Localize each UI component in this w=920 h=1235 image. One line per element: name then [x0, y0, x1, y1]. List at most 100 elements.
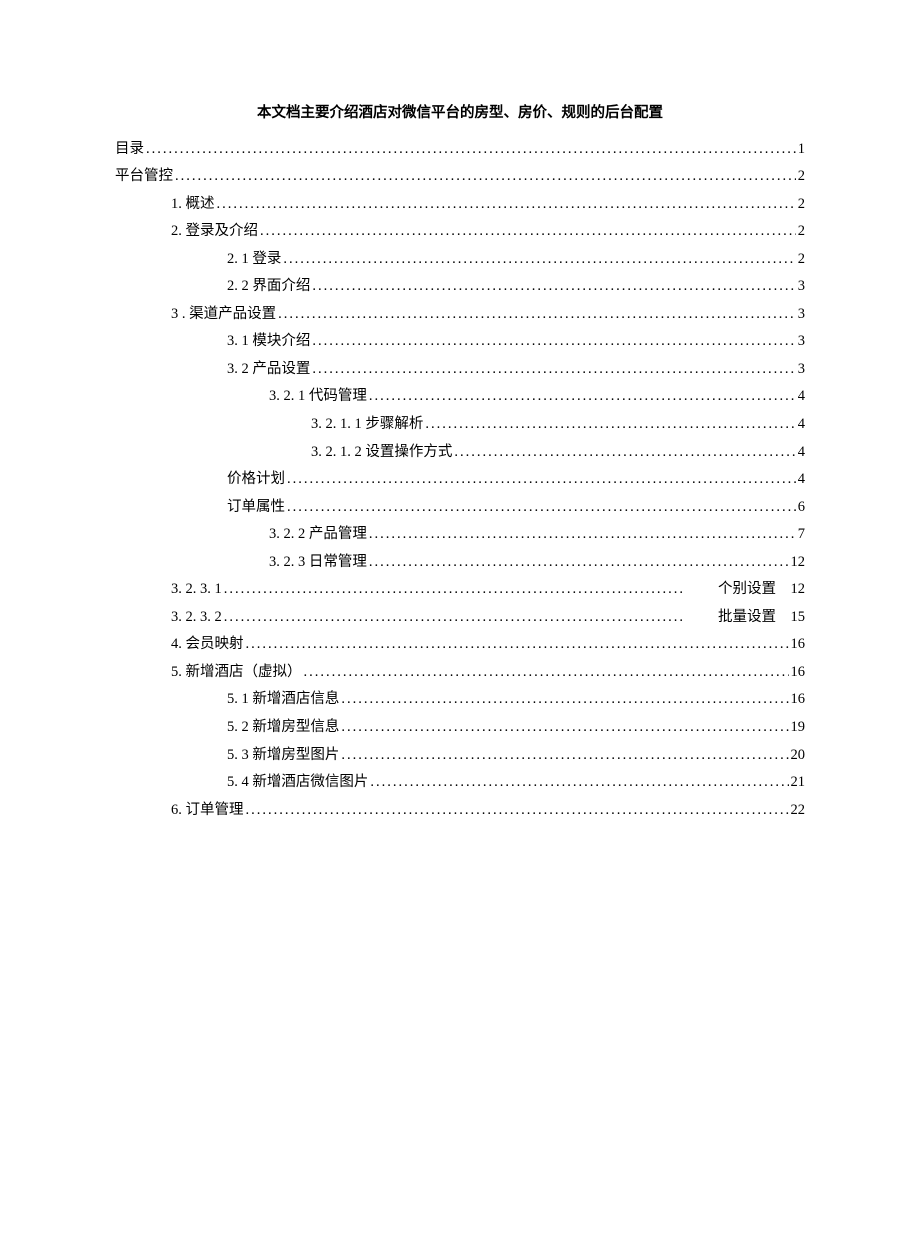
toc-label: 5. 新增酒店（虚拟） [171, 659, 302, 687]
toc-label: 4. 会员映射 [171, 631, 244, 659]
toc-page-number: 4 [798, 411, 805, 439]
toc-page-number: 4 [798, 383, 805, 411]
toc-entry[interactable]: 2. 2 界面介绍 3 [115, 273, 805, 301]
toc-label: 3. 2. 1. 2 设置操作方式 [311, 439, 452, 467]
toc-leader-dots [369, 383, 796, 411]
toc-entry[interactable]: 3. 2. 2 产品管理 7 [115, 521, 805, 549]
toc-label: 5. 4 新增酒店微信图片 [227, 769, 368, 797]
toc-entry[interactable]: 3. 2. 3. 2 批量设置 15 [115, 604, 805, 632]
toc-label: 2. 登录及介绍 [171, 218, 258, 246]
toc-entry[interactable]: 3. 2. 1. 1 步骤解析 4 [115, 411, 805, 439]
toc-leader-dots [341, 714, 788, 742]
toc-entry[interactable]: 目录 1 [115, 136, 805, 164]
toc-page-number: 16 [791, 686, 806, 714]
toc-entry[interactable]: 1. 概述 2 [115, 191, 805, 219]
toc-entry[interactable]: 5. 2 新增房型信息 19 [115, 714, 805, 742]
toc-entry[interactable]: 价格计划 4 [115, 466, 805, 494]
toc-page-number: 3 [798, 356, 805, 384]
toc-page-number: 3 [798, 328, 805, 356]
toc-leader-dots [341, 686, 788, 714]
toc-entry[interactable]: 3. 2. 3. 1 个别设置 12 [115, 576, 805, 604]
toc-entry[interactable]: 3. 2 产品设置 3 [115, 356, 805, 384]
toc-leader-dots [260, 218, 796, 246]
toc-entry[interactable]: 3. 2. 3 日常管理 12 [115, 549, 805, 577]
toc-leader-dots [217, 191, 796, 219]
toc-entry[interactable]: 平台管控 2 [115, 163, 805, 191]
toc-label: 目录 [115, 136, 144, 164]
toc-label: 3 . 渠道产品设置 [171, 301, 276, 329]
toc-entry[interactable]: 订单属性 6 [115, 494, 805, 522]
toc-leader-dots [175, 163, 796, 191]
toc-entry[interactable]: 3 . 渠道产品设置 3 [115, 301, 805, 329]
toc-leader-dots [304, 659, 789, 687]
doc-title: 本文档主要介绍酒店对微信平台的房型、房价、规则的后台配置 [115, 100, 805, 128]
toc-leader-dots [287, 494, 796, 522]
toc-page-number: 22 [791, 797, 806, 825]
toc-page-number: 2 [798, 191, 805, 219]
toc-label: 3. 2. 1. 1 步骤解析 [311, 411, 423, 439]
toc-label: 6. 订单管理 [171, 797, 244, 825]
toc-entry[interactable]: 5. 4 新增酒店微信图片 21 [115, 769, 805, 797]
toc-page-number: 批量设置 15 [685, 604, 805, 632]
toc-leader-dots [224, 604, 683, 632]
toc-label: 3. 2. 3 日常管理 [269, 549, 367, 577]
toc-entry[interactable]: 2. 1 登录 2 [115, 246, 805, 274]
toc-page-number: 4 [798, 466, 805, 494]
toc-page-number: 2 [798, 246, 805, 274]
toc-leader-dots [370, 769, 788, 797]
toc-label: 2. 1 登录 [227, 246, 281, 274]
toc-label: 5. 2 新增房型信息 [227, 714, 339, 742]
toc-page-number: 3 [798, 301, 805, 329]
toc-entry[interactable]: 4. 会员映射 16 [115, 631, 805, 659]
toc-leader-dots [454, 439, 795, 467]
toc-leader-dots [425, 411, 795, 439]
table-of-contents: 目录1平台管控21. 概述22. 登录及介绍22. 1 登录22. 2 界面介绍… [115, 136, 805, 825]
toc-page-number: 4 [798, 439, 805, 467]
toc-leader-dots [312, 273, 795, 301]
toc-page-number: 2 [798, 163, 805, 191]
toc-leader-dots [369, 521, 796, 549]
toc-leader-dots [246, 797, 789, 825]
toc-leader-dots [312, 356, 795, 384]
toc-leader-dots [246, 631, 789, 659]
toc-label: 3. 2. 2 产品管理 [269, 521, 367, 549]
toc-entry[interactable]: 6. 订单管理 22 [115, 797, 805, 825]
toc-label: 3. 2. 3. 2 [171, 604, 222, 632]
toc-label: 5. 3 新增房型图片 [227, 742, 339, 770]
toc-entry[interactable]: 5. 1 新增酒店信息 16 [115, 686, 805, 714]
toc-entry[interactable]: 5. 新增酒店（虚拟） 16 [115, 659, 805, 687]
toc-label: 5. 1 新增酒店信息 [227, 686, 339, 714]
toc-page-number: 20 [791, 742, 806, 770]
toc-entry[interactable]: 3. 2. 1. 2 设置操作方式 4 [115, 439, 805, 467]
toc-page-number: 7 [798, 521, 805, 549]
toc-page-number: 16 [791, 659, 806, 687]
toc-leader-dots [341, 742, 788, 770]
toc-leader-dots [287, 466, 796, 494]
toc-label: 平台管控 [115, 163, 173, 191]
toc-leader-dots [312, 328, 795, 356]
toc-entry[interactable]: 5. 3 新增房型图片 20 [115, 742, 805, 770]
toc-leader-dots [224, 576, 683, 604]
toc-label: 3. 2 产品设置 [227, 356, 310, 384]
toc-label: 2. 2 界面介绍 [227, 273, 310, 301]
toc-label: 3. 2. 3. 1 [171, 576, 222, 604]
toc-page-number: 2 [798, 218, 805, 246]
toc-entry[interactable]: 3. 2. 1 代码管理 4 [115, 383, 805, 411]
toc-page-number: 1 [798, 136, 805, 164]
toc-entry[interactable]: 3. 1 模块介绍 3 [115, 328, 805, 356]
toc-label: 3. 1 模块介绍 [227, 328, 310, 356]
toc-page-number: 19 [791, 714, 806, 742]
toc-page-number: 16 [791, 631, 806, 659]
toc-leader-dots [278, 301, 796, 329]
toc-page-number: 个别设置 12 [685, 576, 805, 604]
toc-label: 价格计划 [227, 466, 285, 494]
toc-label: 1. 概述 [171, 191, 215, 219]
toc-page-number: 3 [798, 273, 805, 301]
toc-label: 3. 2. 1 代码管理 [269, 383, 367, 411]
toc-page-number: 12 [791, 549, 806, 577]
toc-entry[interactable]: 2. 登录及介绍 2 [115, 218, 805, 246]
toc-page-number: 21 [791, 769, 806, 797]
toc-leader-dots [283, 246, 795, 274]
toc-page-number: 6 [798, 494, 805, 522]
toc-label: 订单属性 [227, 494, 285, 522]
